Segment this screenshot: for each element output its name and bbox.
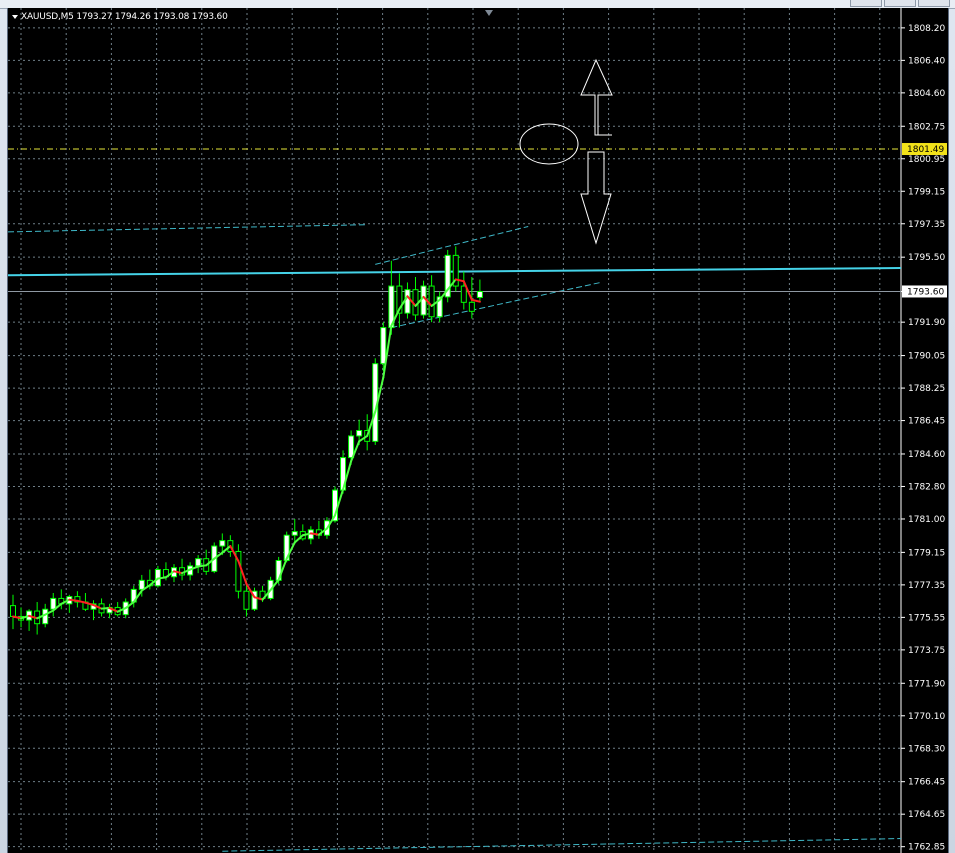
up-arrow-annotation <box>580 58 613 136</box>
candle-body <box>420 285 427 316</box>
y-tick-label: 1802.75 <box>908 122 945 132</box>
close-button[interactable] <box>918 0 950 7</box>
y-tick-label: 1768.30 <box>908 744 945 754</box>
alert-price-label: 1801.49 <box>907 145 944 155</box>
candle-body <box>356 430 363 437</box>
candle-body <box>468 301 475 312</box>
y-tick-label: 1773.75 <box>908 646 945 656</box>
down-arrow-annotation <box>580 151 612 245</box>
ellipse-annotation <box>519 123 579 165</box>
channel-upper-line <box>375 225 529 265</box>
y-tick-label: 1800.95 <box>908 155 945 165</box>
y-tick-label: 1804.60 <box>908 89 945 99</box>
candle-body <box>219 540 226 547</box>
y-tick-label: 1790.05 <box>908 352 945 362</box>
y-tick-label: 1791.90 <box>908 318 945 328</box>
symbol-ohlc-text: XAUUSD,M5 1793.27 1794.26 1793.08 1793.6… <box>21 12 228 22</box>
candle-body <box>243 590 250 610</box>
candle-body <box>404 289 411 314</box>
candle-body <box>195 558 202 567</box>
y-tick-label: 1797.35 <box>908 220 945 230</box>
candle-body <box>138 579 145 590</box>
y-tick-label: 1770.10 <box>908 712 945 722</box>
y-tick-label: 1799.15 <box>908 187 945 197</box>
y-tick-label: 1764.65 <box>908 810 945 820</box>
candle-body <box>428 285 435 318</box>
y-tick-label: 1782.80 <box>908 482 945 492</box>
price-chart[interactable]: 1808.20 1806.40 1804.60 1802.75 1800.95 1799.… <box>8 8 948 853</box>
moving-average-segment <box>309 532 320 536</box>
maximize-button[interactable] <box>884 0 916 7</box>
y-tick-label: 1781.00 <box>908 515 945 525</box>
candle-body <box>10 605 16 617</box>
chart-shift-icon[interactable] <box>485 10 493 16</box>
candle-body <box>460 285 467 303</box>
y-tick-label: 1777.35 <box>908 581 945 591</box>
symbol-header[interactable]: XAUUSD,M5 1793.27 1794.26 1793.08 1793.6… <box>12 12 228 22</box>
y-tick-label: 1806.40 <box>908 56 945 66</box>
y-tick-label: 1788.25 <box>908 384 945 394</box>
minimize-button[interactable] <box>850 0 882 7</box>
chart-panel[interactable]: 1808.20 1806.40 1804.60 1802.75 1800.95 1799.… <box>7 8 949 853</box>
y-tick-label: 1784.60 <box>908 450 945 460</box>
bottom-trend-line <box>222 838 902 852</box>
y-tick-label: 1771.90 <box>908 679 945 689</box>
y-tick-label: 1808.20 <box>908 24 945 34</box>
y-tick-label: 1779.15 <box>908 548 945 558</box>
candle-body <box>50 597 57 610</box>
candle-body <box>380 327 387 365</box>
y-tick-label: 1786.45 <box>908 417 945 427</box>
moving-average-segment <box>197 564 208 568</box>
candle-body <box>291 531 298 536</box>
y-tick-label: 1762.85 <box>908 843 945 853</box>
bid-price-label: 1793.60 <box>907 287 944 297</box>
moving-average-segment <box>156 576 167 580</box>
candle-body <box>476 290 483 298</box>
moving-average-segment <box>470 298 481 303</box>
moving-average-segment <box>68 598 79 602</box>
y-tick-label: 1766.45 <box>908 778 945 788</box>
triangle-down-icon[interactable] <box>12 15 18 19</box>
y-tick-label: 1795.50 <box>908 253 945 263</box>
upper-trend-line <box>8 224 368 233</box>
y-tick-label: 1775.55 <box>908 613 945 623</box>
moving-average-segment <box>100 607 111 610</box>
